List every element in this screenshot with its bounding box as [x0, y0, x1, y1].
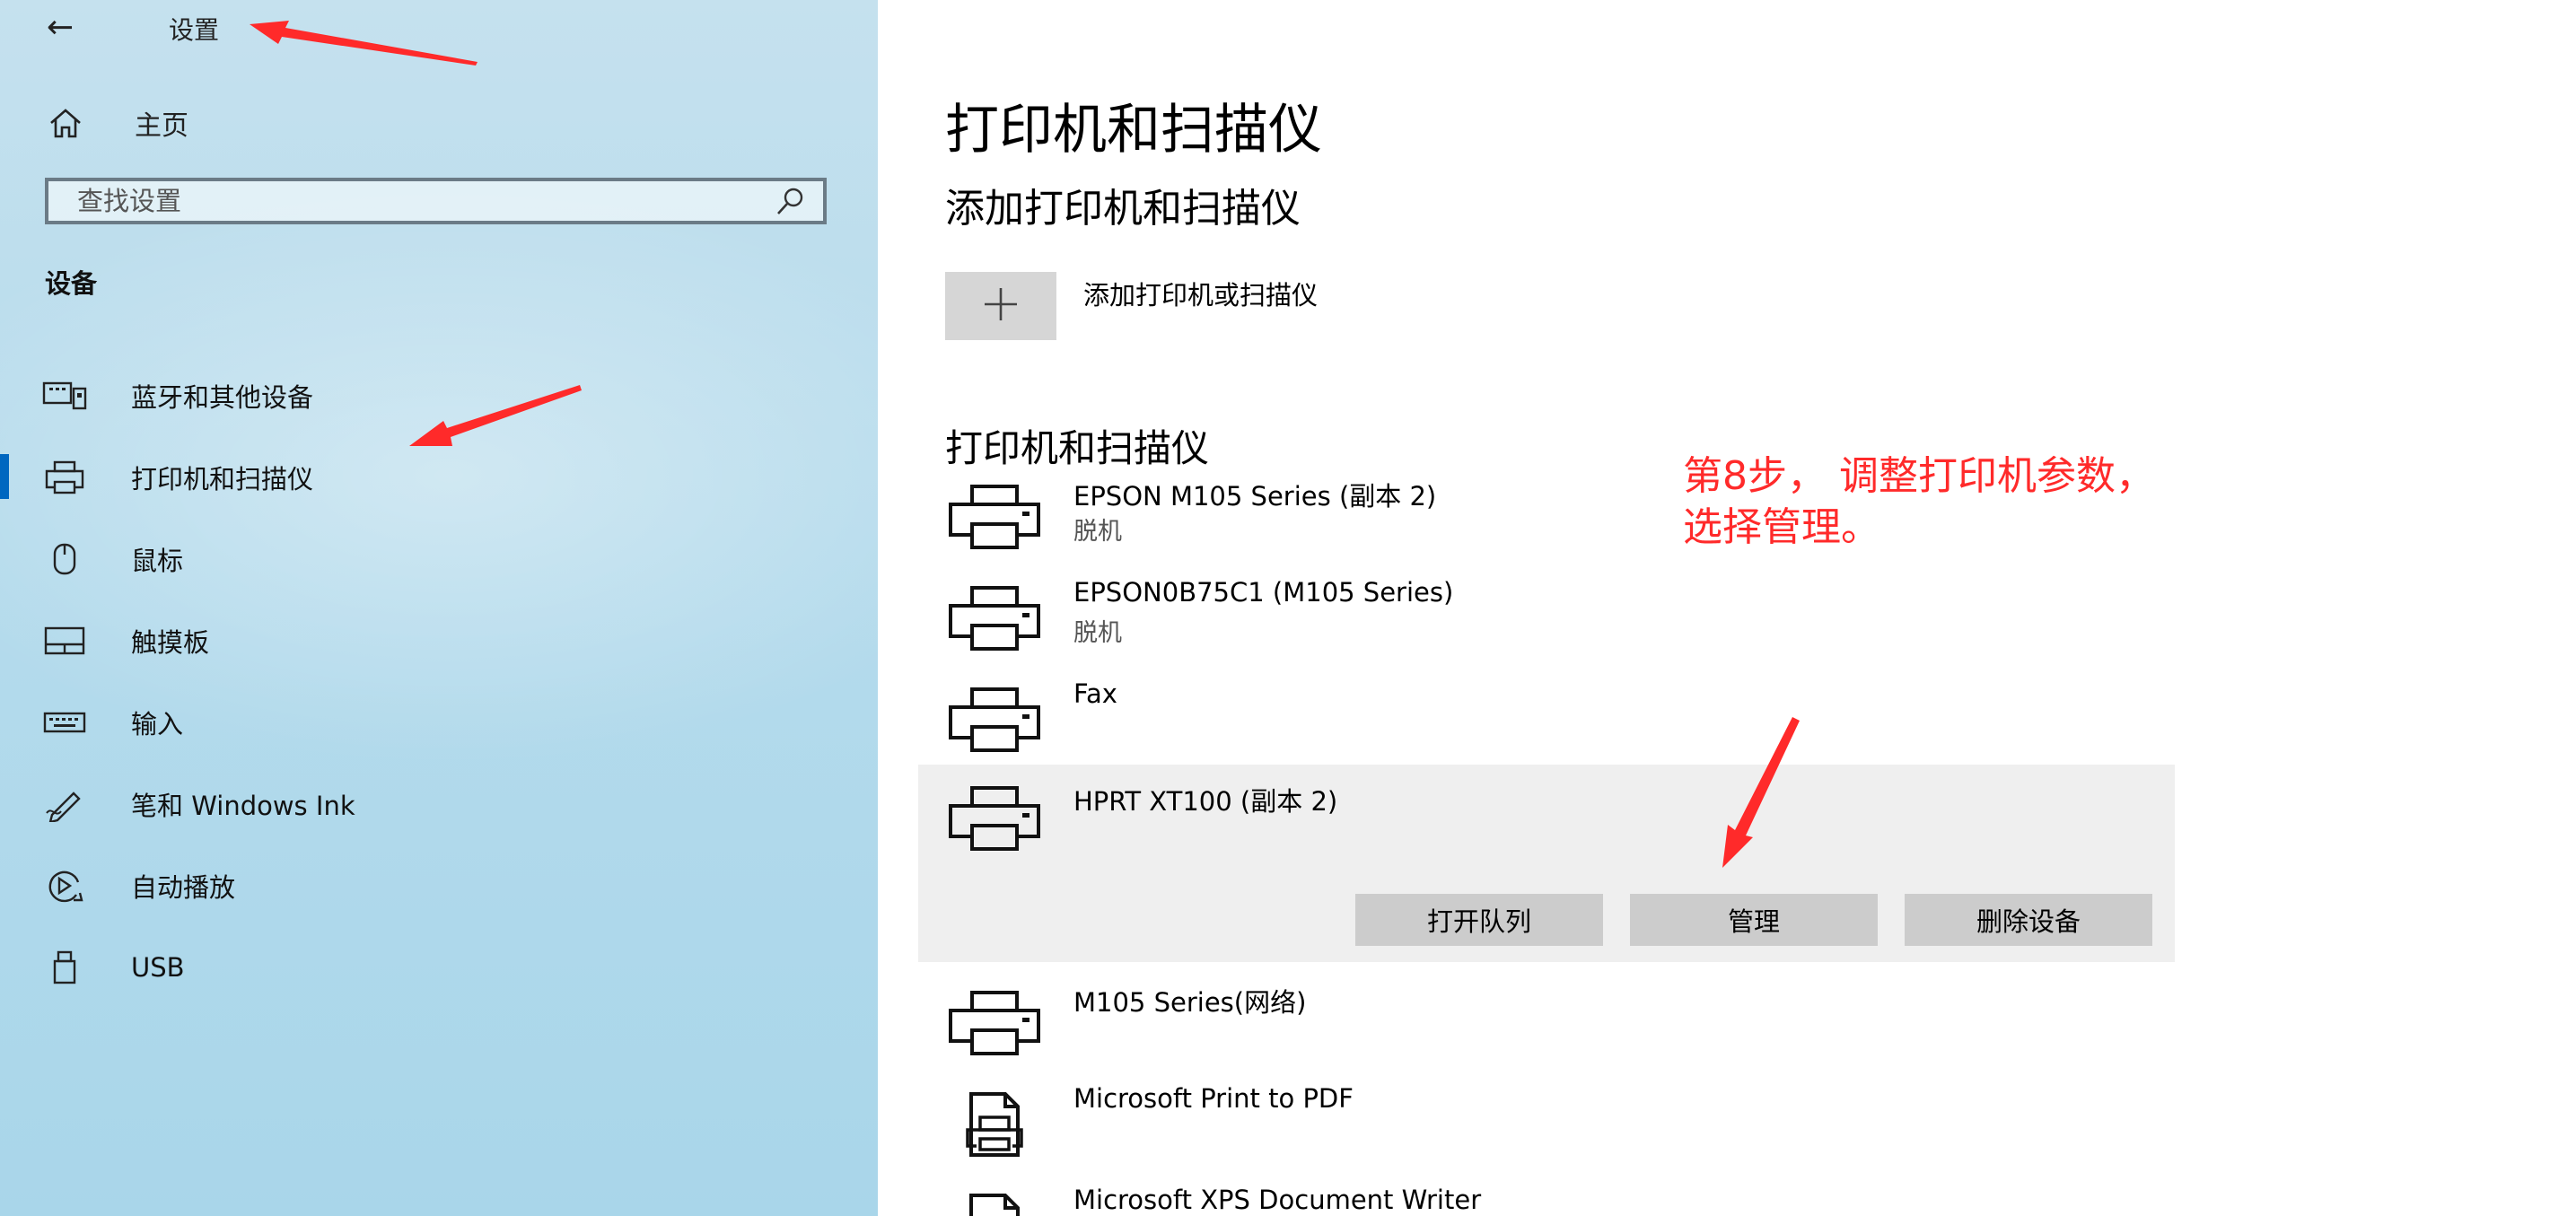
manage-button[interactable]: 管理 [1630, 894, 1878, 946]
sidebar-item-label: 笔和 Windows Ink [131, 790, 355, 821]
sidebar-item-label: 蓝牙和其他设备 [131, 381, 314, 413]
sidebar-item-label: 输入 [131, 708, 184, 739]
printer-icon [39, 458, 90, 497]
home-icon [45, 105, 86, 141]
printer-name: EPSON0B75C1 (M105 Series) [1073, 577, 1454, 608]
printer-item[interactable]: Fax [918, 678, 2175, 768]
printer-icon [945, 686, 1044, 754]
sidebar-item-pen[interactable]: 笔和 Windows Ink [0, 763, 878, 844]
printer-name: HPRT XT100 (副本 2) [1073, 786, 1338, 817]
printer-name: Fax [1073, 678, 1117, 709]
autoplay-icon [39, 866, 90, 905]
printer-name: Microsoft Print to PDF [1073, 1083, 1354, 1114]
printer-status: 脱机 [1073, 518, 1122, 546]
annotation-line: 选择管理。 [1683, 504, 1880, 550]
printer-name: M105 Series(网络) [1073, 987, 1307, 1018]
printer-item[interactable]: Microsoft XPS Document Writer [918, 1185, 2175, 1216]
search-box [45, 178, 827, 224]
sidebar-item-touchpad[interactable]: 触摸板 [0, 599, 878, 681]
printer-list: EPSON M105 Series (副本 2) 脱机 EPSON0B75C1 … [918, 0, 2175, 1216]
printer-item[interactable]: EPSON0B75C1 (M105 Series) 脱机 [918, 577, 2175, 667]
search-input[interactable] [48, 180, 769, 222]
sidebar-item-label: 触摸板 [131, 626, 210, 658]
open-queue-button[interactable]: 打开队列 [1355, 894, 1603, 946]
mouse-icon [39, 539, 90, 579]
sidebar-item-typing[interactable]: 输入 [0, 681, 878, 763]
usb-icon [39, 948, 90, 987]
bluetooth-devices-icon [39, 376, 90, 416]
sidebar-item-mouse[interactable]: 鼠标 [0, 518, 878, 599]
sidebar-item-printers-scanners[interactable]: 打印机和扫描仪 [0, 436, 878, 518]
section-label-devices: 设备 [45, 268, 98, 299]
printer-status: 脱机 [1073, 619, 1122, 647]
pdf-printer-icon [950, 1090, 1048, 1159]
sidebar-item-usb[interactable]: USB [0, 926, 878, 1008]
home-label: 主页 [135, 110, 188, 142]
sidebar-item-autoplay[interactable]: 自动播放 [0, 844, 878, 926]
sidebar-item-label: 自动播放 [131, 871, 236, 903]
remove-device-button[interactable]: 删除设备 [1905, 894, 2152, 946]
back-button[interactable]: ← [47, 9, 93, 47]
sidebar-nav: 蓝牙和其他设备 打印机和扫描仪 鼠标 触摸板 输入 笔和 Windows Ink… [0, 354, 878, 1008]
sidebar-item-bluetooth[interactable]: 蓝牙和其他设备 [0, 354, 878, 436]
xps-printer-icon [950, 1192, 1048, 1216]
touchpad-icon [39, 621, 90, 660]
sidebar-item-home[interactable]: 主页 [45, 101, 188, 145]
keyboard-icon [39, 703, 90, 742]
printer-name: Microsoft XPS Document Writer [1073, 1185, 1482, 1215]
printer-name: EPSON M105 Series (副本 2) [1073, 481, 1437, 512]
search-icon[interactable] [769, 181, 812, 221]
printer-item-selected[interactable]: HPRT XT100 (副本 2) 打开队列 管理 删除设备 [918, 765, 2175, 962]
printer-icon [945, 784, 1044, 853]
printer-item[interactable]: Microsoft Print to PDF [918, 1083, 2175, 1173]
sidebar-item-label: 打印机和扫描仪 [131, 463, 314, 494]
sidebar-item-label: 鼠标 [131, 545, 184, 576]
annotation-line: 第8步， 调整打印机参数， [1683, 453, 2155, 499]
pen-icon [39, 784, 90, 824]
sidebar: ← 设置 主页 设备 蓝牙和其他设备 打印机和扫描仪 [0, 0, 878, 1216]
printer-icon [945, 584, 1044, 652]
annotation-text: 第8步， 调整打印机参数， 选择管理。 [1683, 451, 2401, 553]
printer-icon [945, 483, 1044, 551]
printer-item[interactable]: M105 Series(网络) [918, 982, 2175, 1072]
sidebar-item-label: USB [131, 951, 185, 983]
printer-icon [945, 989, 1044, 1057]
window-title: 设置 [169, 15, 220, 45]
